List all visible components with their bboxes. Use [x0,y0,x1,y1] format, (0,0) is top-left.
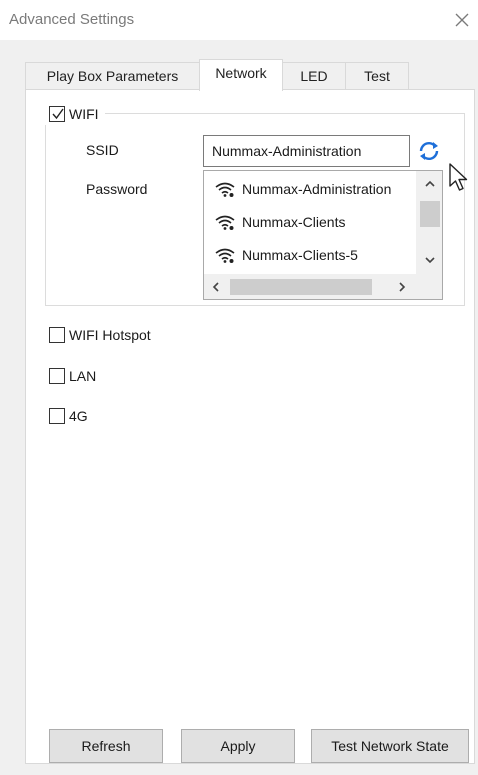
tab-test[interactable]: Test [345,62,409,90]
wifi-hotspot-checkbox-row[interactable]: WIFI Hotspot [49,327,151,343]
password-label: Password [86,181,148,197]
4g-checkbox-row[interactable]: 4G [49,408,88,424]
scroll-down-icon[interactable] [424,255,436,265]
wifi-label: WIFI [69,106,99,122]
lan-checkbox[interactable] [49,368,65,384]
vertical-scrollbar[interactable] [416,171,442,274]
scroll-up-icon[interactable] [424,179,436,189]
list-item[interactable]: Nummax-Clients-5 [204,240,416,270]
list-item[interactable]: Nummax-Administration [204,174,416,204]
tab-led[interactable]: LED [282,62,346,90]
refresh-icon[interactable] [415,137,443,165]
checkmark-icon [52,108,64,120]
scroll-left-icon[interactable] [211,281,221,293]
wifi-hotspot-label: WIFI Hotspot [69,327,151,343]
wifi-icon [215,215,235,230]
wifi-checkbox[interactable] [49,106,65,122]
apply-button[interactable]: Apply [181,729,295,763]
horizontal-scrollbar[interactable] [204,274,416,299]
4g-label: 4G [69,408,88,424]
close-icon[interactable] [452,10,472,30]
network-name: Nummax-Administration [242,181,392,197]
network-name: Nummax-Clients-5 [242,247,358,263]
window-title: Advanced Settings [9,11,135,28]
lan-label: LAN [69,368,97,384]
scroll-right-icon[interactable] [397,281,407,293]
wifi-icon [215,182,235,197]
title-bar: Advanced Settings [0,0,478,40]
mouse-pointer-icon [449,163,468,191]
vertical-scroll-thumb[interactable] [420,201,440,227]
lan-checkbox-row[interactable]: LAN [49,368,96,384]
ssid-input[interactable] [203,135,410,167]
scrollbar-corner [416,274,442,299]
wifi-network-list[interactable]: Nummax-Administration Nummax-Clients Num… [203,170,443,300]
network-name: Nummax-Clients [242,214,346,230]
refresh-button[interactable]: Refresh [49,729,163,763]
tab-play-box-parameters[interactable]: Play Box Parameters [25,62,200,90]
4g-checkbox[interactable] [49,408,65,424]
ssid-label: SSID [86,142,119,158]
list-item[interactable]: Nummax-Clients [204,207,416,237]
test-network-state-button[interactable]: Test Network State [311,729,469,763]
tab-network[interactable]: Network [199,59,283,91]
wifi-hotspot-checkbox[interactable] [49,327,65,343]
horizontal-scroll-thumb[interactable] [230,279,372,295]
wifi-icon [215,248,235,263]
wifi-checkbox-row[interactable]: WIFI [45,103,105,125]
